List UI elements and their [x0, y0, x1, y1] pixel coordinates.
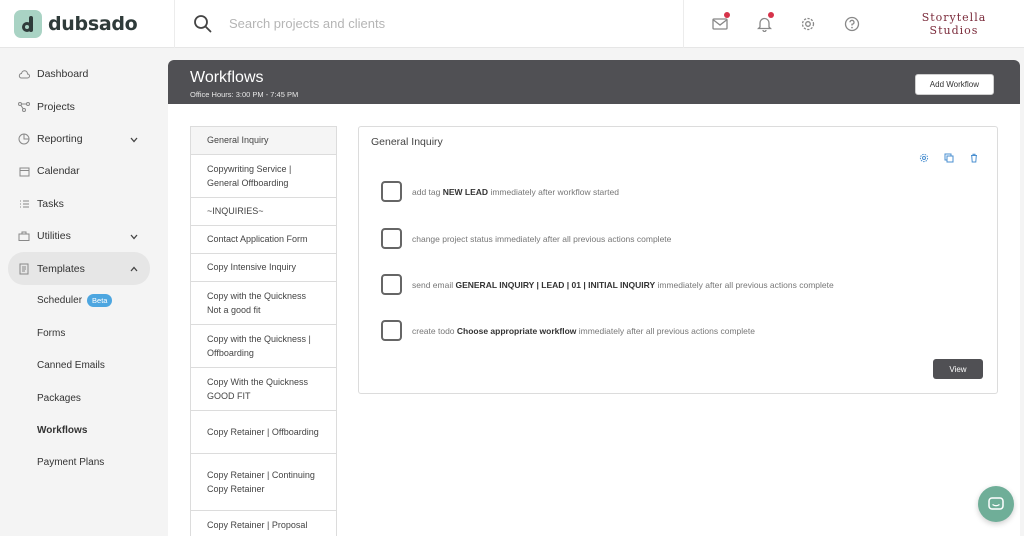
- top-bar: dubsado Storytella Studios: [0, 0, 1024, 48]
- workflow-list: General Inquiry Copywriting Service | Ge…: [190, 126, 337, 536]
- chevron-up-icon[interactable]: [130, 263, 138, 275]
- sidebar-subitem-workflows[interactable]: Workflows: [0, 414, 160, 446]
- dubsado-logo-icon: [14, 9, 42, 38]
- workflow-list-item[interactable]: Copy Retainer | Continuing Copy Retainer: [191, 454, 336, 511]
- notifications-button[interactable]: [742, 0, 786, 48]
- workflow-list-item[interactable]: Copy Retainer | Offboarding: [191, 411, 336, 454]
- beta-badge: Beta: [87, 294, 113, 308]
- notification-dot: [724, 11, 730, 18]
- sidebar-item-projects[interactable]: Projects: [0, 90, 160, 122]
- workflow-detail-panel: General Inquiry add tag NEW LEAD immedia…: [358, 126, 998, 394]
- sidebar-item-label: Reporting: [37, 132, 83, 145]
- search-bar: [175, 0, 683, 48]
- workflow-list-item[interactable]: Copywriting Service | General Offboardin…: [191, 155, 336, 198]
- workflow-step: change project status immediately after …: [381, 228, 671, 249]
- sidebar-subitem-label: Forms: [37, 327, 66, 339]
- sidebar-item-tasks[interactable]: Tasks: [0, 188, 160, 220]
- chevron-down-icon[interactable]: [130, 231, 138, 243]
- logo[interactable]: dubsado: [0, 0, 175, 48]
- sidebar-item-label: Dashboard: [37, 68, 89, 81]
- step-text: send email GENERAL INQUIRY | LEAD | 01 |…: [412, 279, 834, 290]
- sidebar-subitem-label: Scheduler: [37, 295, 83, 307]
- sidebar-item-label: Tasks: [37, 197, 64, 210]
- calendar-icon: [18, 165, 30, 177]
- notification-dot: [768, 11, 774, 18]
- tasks-icon: [18, 198, 30, 210]
- settings-button[interactable]: [786, 0, 830, 48]
- step-checkbox[interactable]: [381, 274, 402, 295]
- sidebar-subitem-label: Canned Emails: [37, 360, 105, 372]
- sidebar: Dashboard Projects Reporting Calendar Ta…: [0, 48, 160, 536]
- view-button[interactable]: View: [933, 359, 983, 379]
- main-content: Workflows Office Hours: 3:00 PM - 7:45 P…: [168, 60, 1020, 536]
- top-icons: Storytella Studios: [683, 0, 1024, 48]
- workflow-list-item[interactable]: Contact Application Form: [191, 226, 336, 254]
- step-checkbox[interactable]: [381, 320, 402, 341]
- sidebar-subitem-label: Payment Plans: [37, 457, 105, 469]
- bell-icon: [756, 17, 772, 32]
- logo-text: dubsado: [48, 12, 138, 35]
- workflow-list-item[interactable]: Copy Retainer | Proposal (Extended BD): [191, 511, 336, 536]
- search-input[interactable]: [229, 16, 629, 31]
- chat-icon: [988, 496, 1004, 510]
- templates-icon: [18, 263, 30, 275]
- sidebar-item-templates[interactable]: Templates: [8, 252, 150, 285]
- studio-name-line2: Studios: [929, 23, 979, 37]
- help-button[interactable]: [830, 0, 874, 48]
- studio-name-line1: Storytella: [921, 10, 987, 24]
- office-hours: Office Hours: 3:00 PM - 7:45 PM: [190, 90, 299, 99]
- step-text: create todo Choose appropriate workflow …: [412, 325, 755, 336]
- sidebar-subitem-label: Workflows: [37, 424, 88, 436]
- workflow-list-item[interactable]: Copy with the Quickness | Offboarding: [191, 325, 336, 368]
- trash-icon[interactable]: [969, 153, 979, 163]
- cloud-icon: [18, 68, 30, 80]
- sidebar-item-label: Templates: [37, 262, 85, 275]
- workflow-list-item[interactable]: General Inquiry: [191, 127, 336, 155]
- workflow-step: send email GENERAL INQUIRY | LEAD | 01 |…: [381, 274, 834, 295]
- sidebar-subitem-forms[interactable]: Forms: [0, 317, 160, 349]
- chevron-down-icon[interactable]: [130, 134, 138, 146]
- panel-actions: [919, 153, 979, 163]
- workflow-list-item[interactable]: Copy With the Quickness GOOD FIT: [191, 368, 336, 411]
- sidebar-item-calendar[interactable]: Calendar: [0, 155, 160, 187]
- page-title: Workflows: [190, 69, 264, 86]
- workflow-list-item[interactable]: Copy Intensive Inquiry: [191, 254, 336, 282]
- sidebar-item-utilities[interactable]: Utilities: [0, 220, 160, 252]
- workflow-title: General Inquiry: [371, 136, 443, 148]
- projects-icon: [18, 101, 30, 113]
- workflow-list-item[interactable]: Copy with the Quickness Not a good fit: [191, 282, 336, 325]
- sidebar-subitem-canned-emails[interactable]: Canned Emails: [0, 350, 160, 382]
- sidebar-subitem-label: Packages: [37, 392, 81, 404]
- studio-logo[interactable]: Storytella Studios: [874, 0, 1024, 48]
- step-checkbox[interactable]: [381, 228, 402, 249]
- sidebar-item-reporting[interactable]: Reporting: [0, 123, 160, 155]
- step-text: change project status immediately after …: [412, 233, 672, 244]
- sidebar-item-label: Projects: [37, 100, 75, 113]
- utilities-icon: [18, 230, 30, 242]
- gear-icon[interactable]: [919, 153, 929, 163]
- sidebar-subitem-packages[interactable]: Packages: [0, 382, 160, 414]
- workflow-step: create todo Choose appropriate workflow …: [381, 320, 755, 341]
- duplicate-icon[interactable]: [944, 153, 954, 163]
- reporting-icon: [18, 133, 30, 145]
- step-checkbox[interactable]: [381, 181, 402, 202]
- search-icon[interactable]: [193, 14, 213, 34]
- chat-button[interactable]: [978, 486, 1014, 522]
- workflow-step: add tag NEW LEAD immediately after workf…: [381, 181, 619, 202]
- mail-icon: [712, 17, 728, 30]
- step-text: add tag NEW LEAD immediately after workf…: [412, 186, 619, 197]
- gear-icon: [801, 17, 815, 30]
- sidebar-item-label: Utilities: [37, 230, 71, 243]
- page-header: Workflows Office Hours: 3:00 PM - 7:45 P…: [168, 60, 1020, 104]
- workflow-list-item[interactable]: ~INQUIRIES~: [191, 198, 336, 226]
- help-icon: [844, 16, 860, 31]
- sidebar-subitem-payment-plans[interactable]: Payment Plans: [0, 447, 160, 479]
- sidebar-item-dashboard[interactable]: Dashboard: [0, 58, 160, 90]
- add-workflow-button[interactable]: Add Workflow: [914, 74, 994, 95]
- sidebar-item-label: Calendar: [37, 165, 80, 178]
- sidebar-subitem-scheduler[interactable]: Scheduler Beta: [0, 285, 160, 317]
- mail-button[interactable]: [698, 0, 742, 48]
